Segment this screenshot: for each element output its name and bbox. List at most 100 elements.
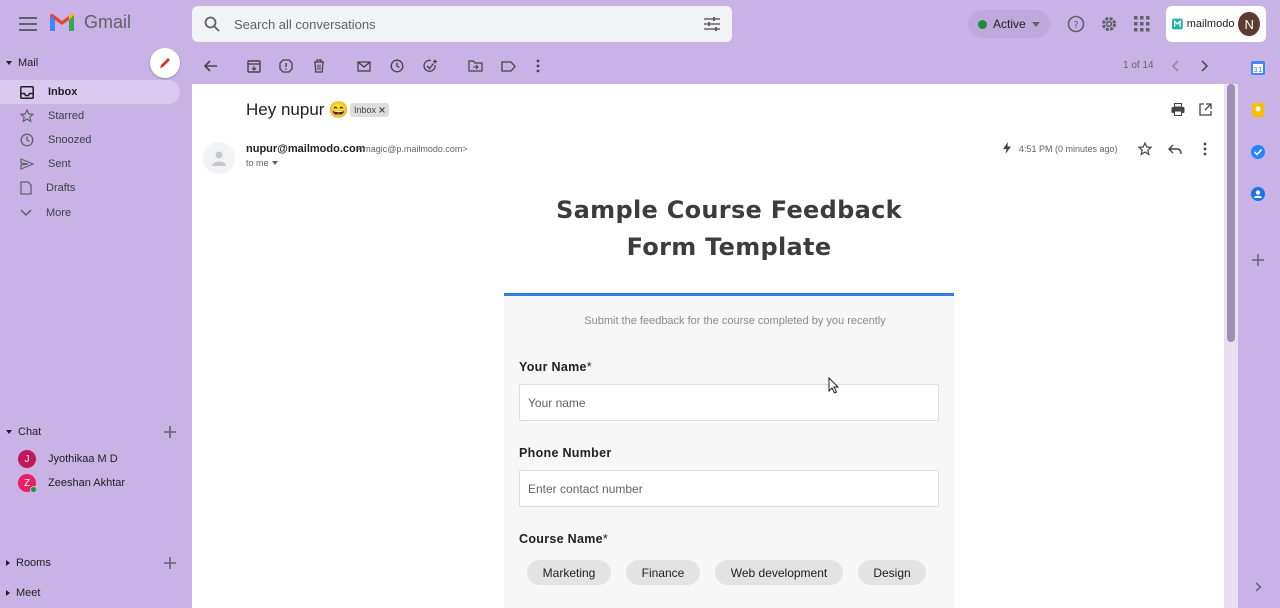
gmail-m-icon	[50, 13, 74, 31]
tasks-check-icon	[1251, 145, 1265, 159]
keep-app-button[interactable]	[1248, 100, 1268, 120]
meet-section-toggle[interactable]: Meet	[6, 587, 40, 599]
course-option-marketing[interactable]: Marketing	[527, 560, 611, 585]
newer-button[interactable]	[1167, 58, 1183, 74]
mail-section-label: Mail	[18, 57, 39, 69]
contacts-app-button[interactable]	[1248, 184, 1268, 204]
search-options-icon[interactable]	[704, 17, 720, 31]
name-label-text: Your Name	[519, 360, 587, 374]
form-subtitle: Submit the feedback for the course compl…	[584, 315, 886, 327]
plus-icon	[1252, 254, 1264, 266]
gmail-logo[interactable]: Gmail	[48, 12, 131, 33]
caret-down-icon	[6, 430, 12, 434]
scrollbar-thumb[interactable]	[1227, 84, 1235, 342]
back-button[interactable]	[203, 58, 219, 74]
svg-text:?: ?	[1073, 20, 1078, 31]
course-option-finance[interactable]: Finance	[626, 560, 700, 585]
more-message-actions-button[interactable]	[1193, 137, 1217, 161]
show-side-panel-button[interactable]	[1248, 577, 1268, 597]
report-spam-button[interactable]	[278, 58, 294, 74]
sender-name[interactable]: nupur@mailmodo.com	[246, 143, 366, 155]
svg-text:31: 31	[1254, 66, 1263, 74]
search-input[interactable]	[234, 16, 704, 32]
sidebar-item-starred[interactable]: Starred	[0, 104, 180, 128]
chevron-right-icon	[1201, 60, 1209, 72]
reply-button[interactable]	[1163, 137, 1187, 161]
chat-section-toggle[interactable]: Chat	[6, 426, 41, 438]
chevron-right-icon	[1255, 582, 1262, 592]
get-addons-button[interactable]	[1248, 250, 1268, 270]
help-button[interactable]: ?	[1064, 12, 1088, 36]
search-bar[interactable]	[192, 6, 732, 42]
course-option-web-development[interactable]: Web development	[715, 560, 843, 585]
label-chip-inbox[interactable]: Inbox	[350, 103, 390, 117]
sidebar-item-label: Starred	[48, 110, 85, 122]
arrow-left-icon	[204, 60, 217, 72]
sidebar-item-inbox[interactable]: Inbox	[0, 80, 180, 104]
more-vert-icon	[536, 59, 540, 73]
older-button[interactable]	[1197, 58, 1213, 74]
course-option-design[interactable]: Design	[858, 560, 926, 585]
account-switcher[interactable]: mailmodo N	[1166, 6, 1266, 42]
delete-button[interactable]	[311, 58, 327, 74]
send-icon	[20, 158, 34, 170]
chat-contact[interactable]: J Jyothikaa M D	[18, 450, 118, 468]
open-in-new-window-button[interactable]	[1193, 97, 1217, 121]
required-marker: *	[602, 532, 609, 546]
archive-button[interactable]	[246, 58, 262, 74]
rooms-section-toggle[interactable]: Rooms	[6, 557, 51, 569]
new-room-button[interactable]	[162, 555, 178, 571]
sidebar-item-snoozed[interactable]: Snoozed	[0, 128, 180, 152]
pointer-cursor-icon	[828, 377, 839, 394]
mail-section-toggle[interactable]: Mail	[6, 57, 38, 69]
chat-section-label: Chat	[18, 426, 42, 438]
user-avatar[interactable]: N	[1238, 12, 1260, 36]
amp-dynamic-indicator	[1003, 142, 1011, 154]
app-name: Gmail	[84, 12, 132, 32]
plus-icon	[164, 426, 176, 438]
report-icon	[279, 59, 293, 73]
compose-button[interactable]	[150, 48, 180, 78]
search-icon[interactable]	[204, 16, 220, 32]
contacts-person-icon	[1251, 187, 1265, 201]
trash-icon	[314, 59, 324, 73]
tasks-app-button[interactable]	[1248, 142, 1268, 162]
form-title: Sample Course Feedback Form Template	[504, 192, 954, 266]
chevron-left-icon	[1171, 60, 1179, 72]
phone-input[interactable]	[519, 470, 939, 507]
plus-icon	[164, 557, 176, 569]
labels-button[interactable]	[500, 58, 516, 74]
more-actions-button[interactable]	[530, 58, 546, 74]
move-to-button[interactable]	[467, 58, 483, 74]
rooms-section-label: Rooms	[16, 557, 51, 569]
phone-field-label: Phone Number	[519, 446, 612, 460]
status-dropdown[interactable]: Active	[968, 10, 1050, 38]
keep-bulb-icon	[1252, 103, 1264, 117]
recipient-label: to me	[246, 158, 269, 168]
chevron-down-icon	[20, 209, 32, 217]
pencil-icon	[160, 58, 170, 68]
form-title-line: Form Template	[626, 233, 832, 261]
printer-icon	[1171, 102, 1185, 116]
apps-button[interactable]	[1130, 12, 1154, 36]
main-menu-button[interactable]	[14, 10, 42, 38]
add-to-tasks-button[interactable]	[422, 58, 438, 74]
clock-icon	[20, 133, 34, 147]
star-button[interactable]	[1133, 137, 1157, 161]
snooze-button[interactable]	[389, 58, 405, 74]
star-icon	[20, 109, 34, 123]
name-input[interactable]	[519, 384, 939, 421]
label-chip-text: Inbox	[354, 105, 377, 115]
mark-unread-button[interactable]	[356, 58, 372, 74]
sender-avatar[interactable]	[203, 142, 235, 174]
recipient-details[interactable]: to me	[246, 158, 278, 168]
print-button[interactable]	[1166, 97, 1190, 121]
new-chat-button[interactable]	[162, 424, 178, 440]
brand-name: mailmodo	[1186, 18, 1235, 30]
calendar-app-button[interactable]: 31	[1248, 58, 1268, 78]
sidebar-item-more[interactable]: More	[0, 201, 180, 225]
settings-button[interactable]	[1097, 12, 1121, 36]
sidebar-item-drafts[interactable]: Drafts	[0, 176, 180, 200]
sidebar-item-sent[interactable]: Sent	[0, 152, 180, 176]
close-icon[interactable]	[379, 107, 385, 113]
